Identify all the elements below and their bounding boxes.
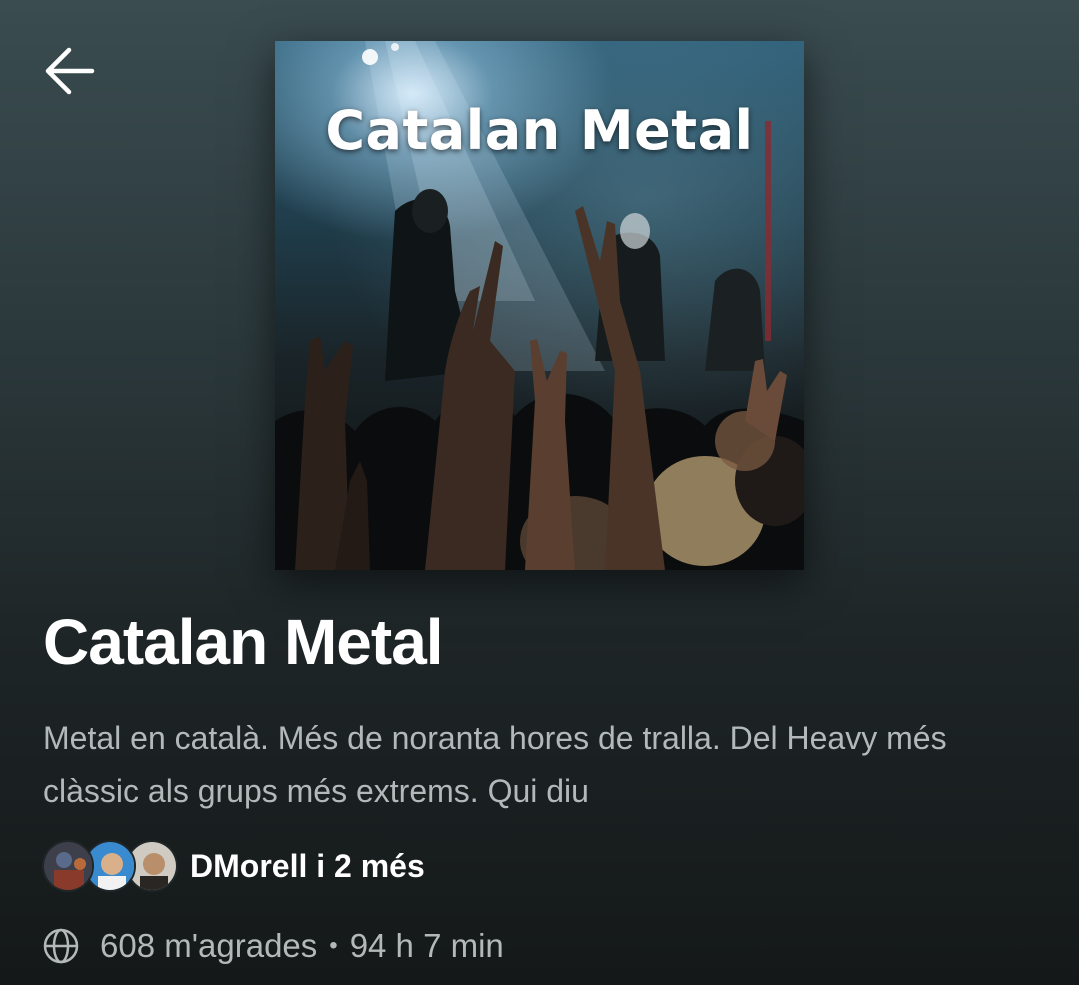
- playlist-description[interactable]: Metal en català. Més de noranta hores de…: [43, 712, 1003, 818]
- cover-title-text: Catalan Metal: [325, 99, 754, 162]
- arrow-left-icon: [45, 47, 95, 95]
- owner-avatars[interactable]: [42, 838, 178, 894]
- playlist-owners[interactable]: DMorell i 2 més: [42, 838, 425, 894]
- avatar: [42, 840, 94, 892]
- meta-separator: •: [329, 932, 338, 959]
- likes-count: 608 m'agrades: [100, 927, 318, 964]
- playlist-cover: Catalan Metal: [275, 41, 804, 570]
- globe-icon: [43, 928, 79, 964]
- playlist-duration: 94 h 7 min: [349, 927, 504, 964]
- playlist-title: Catalan Metal: [43, 606, 444, 678]
- owner-name[interactable]: DMorell i 2 més: [190, 848, 425, 885]
- back-button[interactable]: [40, 42, 98, 100]
- playlist-meta: 608 m'agrades • 94 h 7 min: [42, 920, 504, 972]
